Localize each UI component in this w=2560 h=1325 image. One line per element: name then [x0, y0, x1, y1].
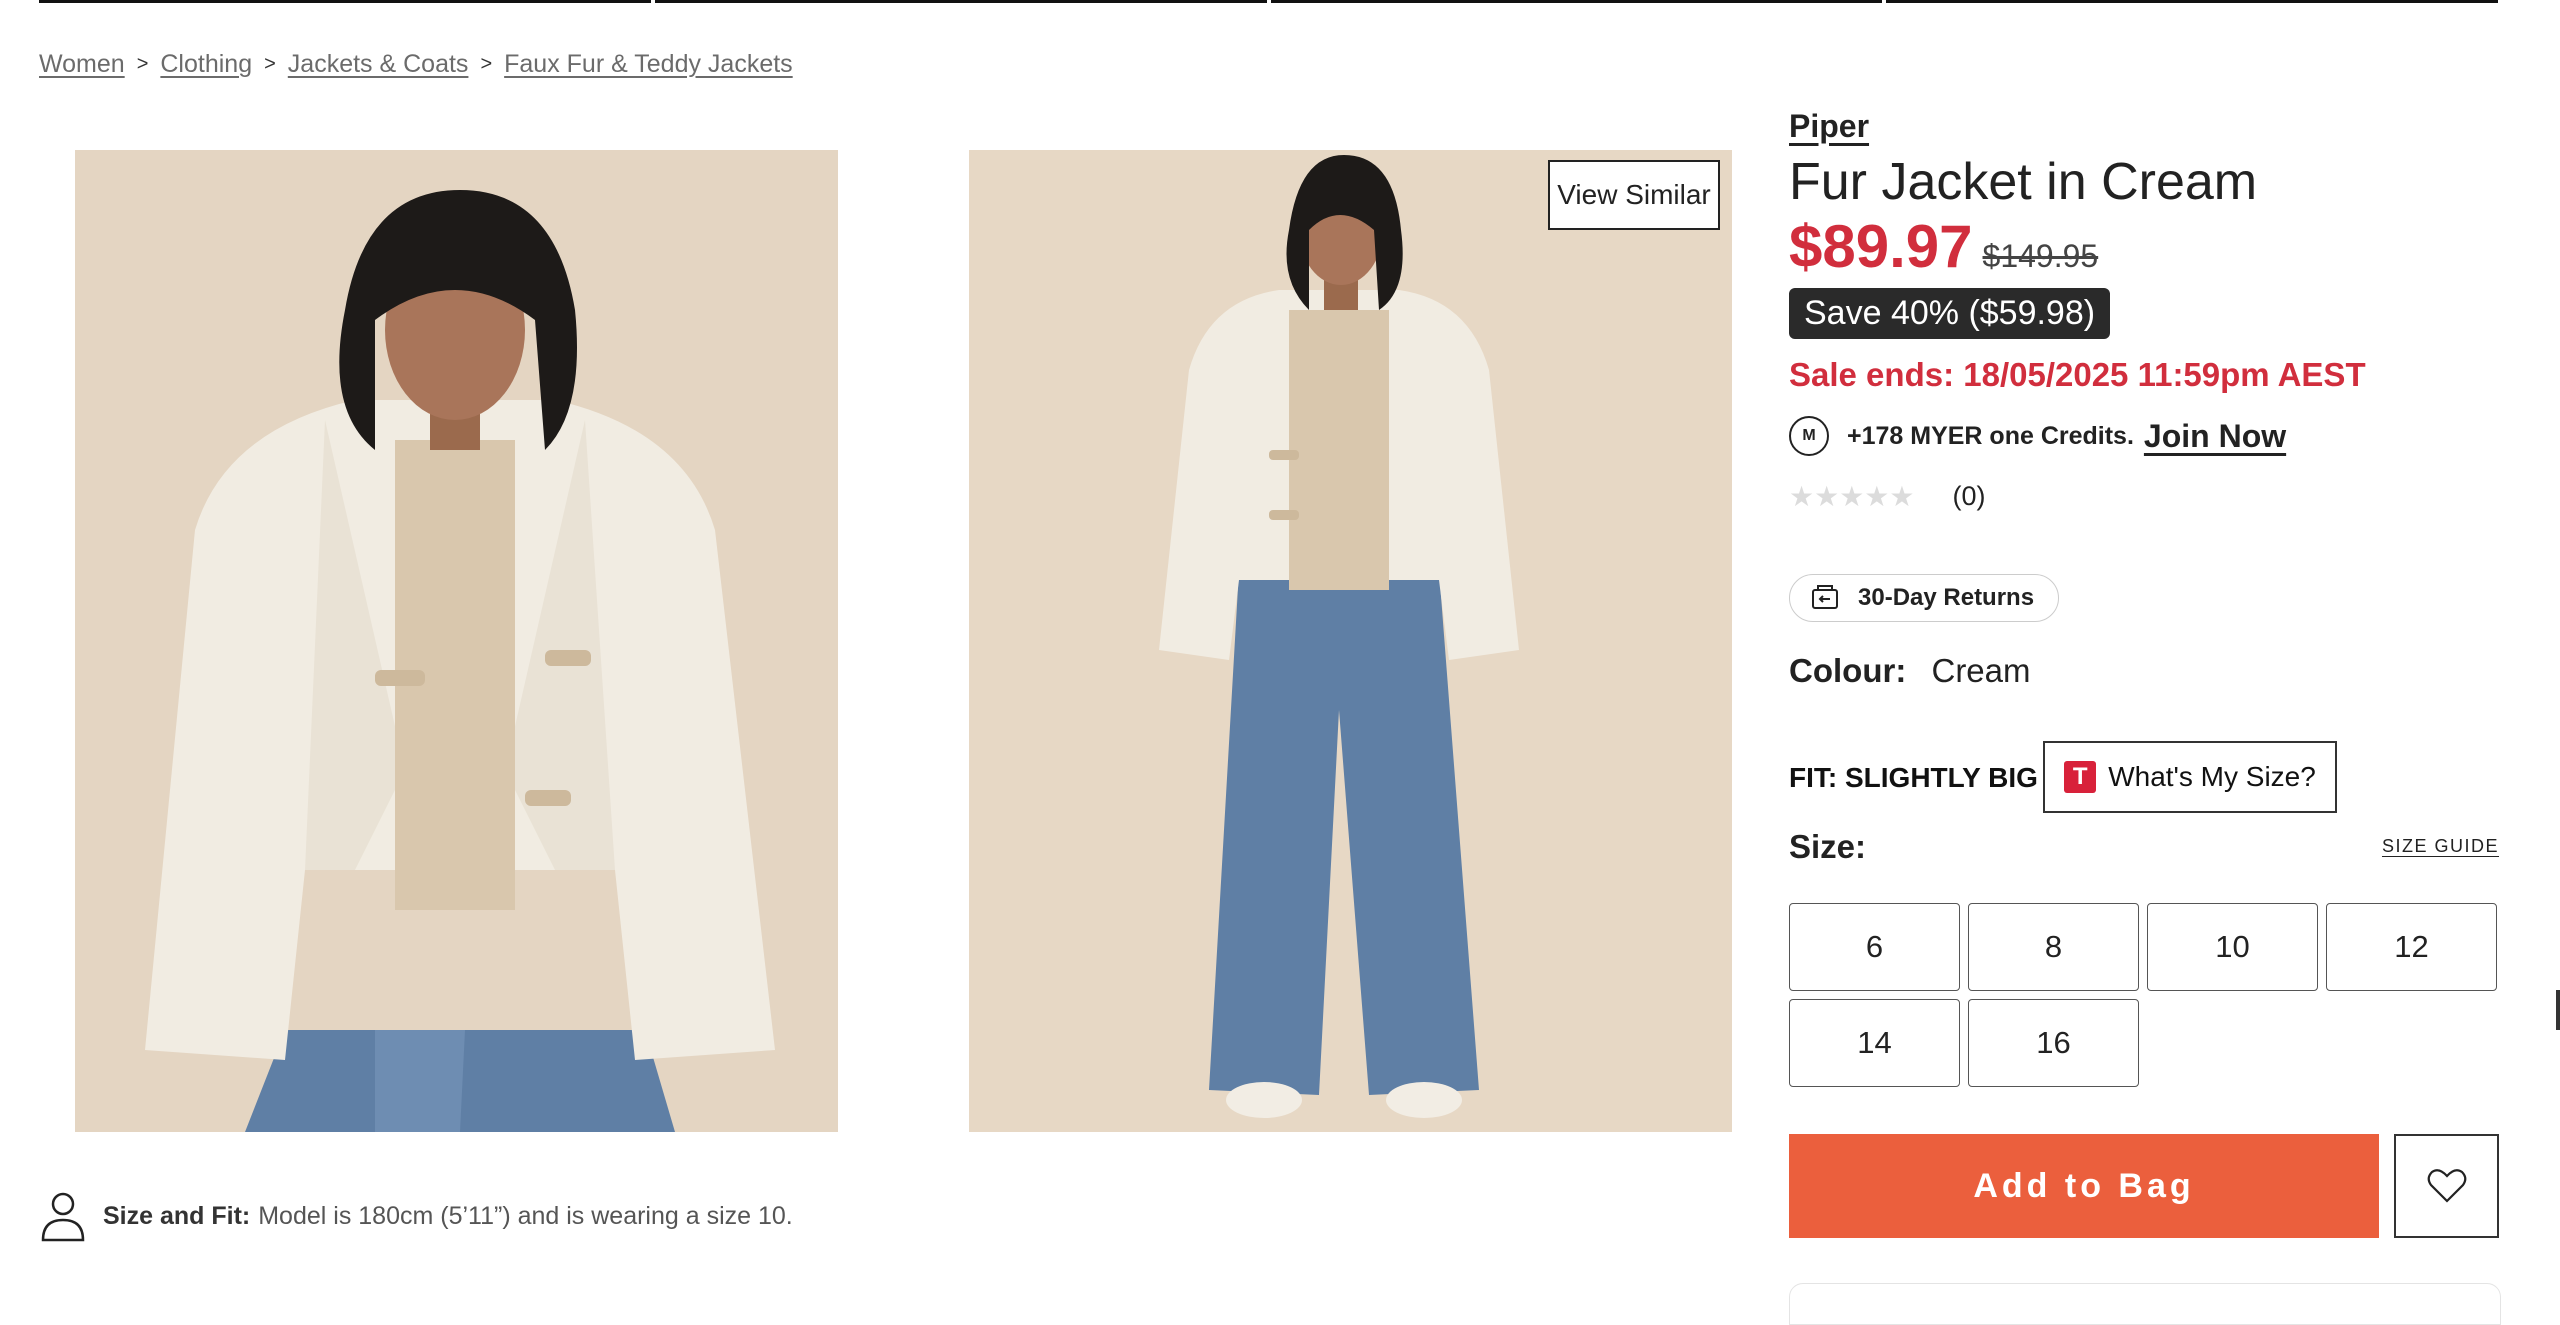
- save-badge: Save 40% ($59.98): [1789, 288, 2111, 339]
- size-option-16[interactable]: 16: [1968, 999, 2139, 1087]
- wishlist-button[interactable]: [2394, 1134, 2499, 1238]
- add-to-bag-button[interactable]: Add to Bag: [1789, 1134, 2379, 1238]
- join-now-link[interactable]: Join Now: [2144, 418, 2286, 455]
- size-and-fit-text: Model is 180cm (5’11”) and is wearing a …: [258, 1201, 793, 1230]
- brand-link[interactable]: Piper: [1789, 108, 1869, 145]
- top-bar-segment: [1270, 0, 1883, 3]
- myer-credits-row: M +178 MYER one Credits. Join Now: [1789, 416, 2286, 456]
- breadcrumb-link-clothing[interactable]: Clothing: [160, 50, 252, 79]
- breadcrumb-link-women[interactable]: Women: [39, 50, 125, 79]
- fit-label: FIT: SLIGHTLY BIG: [1789, 762, 2038, 793]
- view-similar-button[interactable]: View Similar: [1548, 160, 1720, 230]
- colour-row: Colour: Cream: [1789, 652, 2031, 690]
- scrollbar-thumb[interactable]: [2556, 990, 2560, 1030]
- size-options: 6 8 10 12 14 16: [1789, 903, 2499, 1087]
- review-count: (0): [1952, 481, 1986, 511]
- product-title: Fur Jacket in Cream: [1789, 153, 2258, 211]
- product-image-front-illustration: [75, 150, 838, 1132]
- credits-amount: +178 MYER one Credits.: [1847, 421, 2134, 450]
- returns-icon: [1812, 585, 1838, 609]
- product-image-full-length[interactable]: View Similar: [969, 150, 1732, 1132]
- size-option-14[interactable]: 14: [1789, 999, 1960, 1087]
- rating-row[interactable]: ★★★★★ (0): [1789, 480, 1986, 513]
- size-option-8[interactable]: 8: [1968, 903, 2139, 991]
- top-bar-segment: [654, 0, 1267, 3]
- chevron-right-icon: >: [136, 53, 149, 75]
- price-row: $89.97 $149.95: [1789, 212, 2098, 281]
- breadcrumb-link-faux-fur-teddy[interactable]: Faux Fur & Teddy Jackets: [504, 50, 793, 79]
- size-guide-link[interactable]: SIZE GUIDE: [2382, 836, 2499, 857]
- product-image-front[interactable]: [75, 150, 838, 1132]
- whats-my-size-button[interactable]: T What's My Size?: [2043, 741, 2337, 813]
- breadcrumb-link-jackets-coats[interactable]: Jackets & Coats: [288, 50, 469, 79]
- m-logo-icon: M: [1789, 416, 1829, 456]
- size-label: Size:: [1789, 828, 1867, 865]
- size-option-10[interactable]: 10: [2147, 903, 2318, 991]
- chevron-right-icon: >: [264, 53, 276, 75]
- next-section-card: [1789, 1283, 2501, 1325]
- top-bar-segment: [1886, 0, 2498, 3]
- star-icon: ★★★★★: [1789, 481, 1915, 512]
- colour-label: Colour:: [1789, 652, 1907, 689]
- size-option-12[interactable]: 12: [2326, 903, 2497, 991]
- sale-ends-text: Sale ends: 18/05/2025 11:59pm AEST: [1789, 356, 2366, 393]
- returns-badge: 30-Day Returns: [1789, 574, 2060, 622]
- chevron-right-icon: >: [480, 53, 493, 75]
- breadcrumb: Women > Clothing > Jackets & Coats > Fau…: [39, 50, 793, 79]
- size-and-fit-note: Size and Fit: Model is 180cm (5’11”) and…: [39, 1190, 793, 1242]
- colour-value: Cream: [1931, 652, 2031, 689]
- whats-my-size-label: What's My Size?: [2108, 761, 2316, 792]
- t-logo-icon: T: [2064, 761, 2097, 793]
- heart-icon: [2427, 1169, 2466, 1203]
- size-and-fit-label: Size and Fit:: [103, 1201, 251, 1230]
- person-outline-icon: [41, 1192, 85, 1242]
- product-image-full-length-illustration: [969, 150, 1732, 1132]
- size-option-6[interactable]: 6: [1789, 903, 1960, 991]
- returns-label: 30-Day Returns: [1858, 584, 2035, 611]
- top-bar-segment: [39, 0, 651, 3]
- sale-price: $89.97: [1789, 213, 1973, 280]
- top-progress-bars: [39, 0, 2498, 4]
- original-price: $149.95: [1982, 238, 2099, 274]
